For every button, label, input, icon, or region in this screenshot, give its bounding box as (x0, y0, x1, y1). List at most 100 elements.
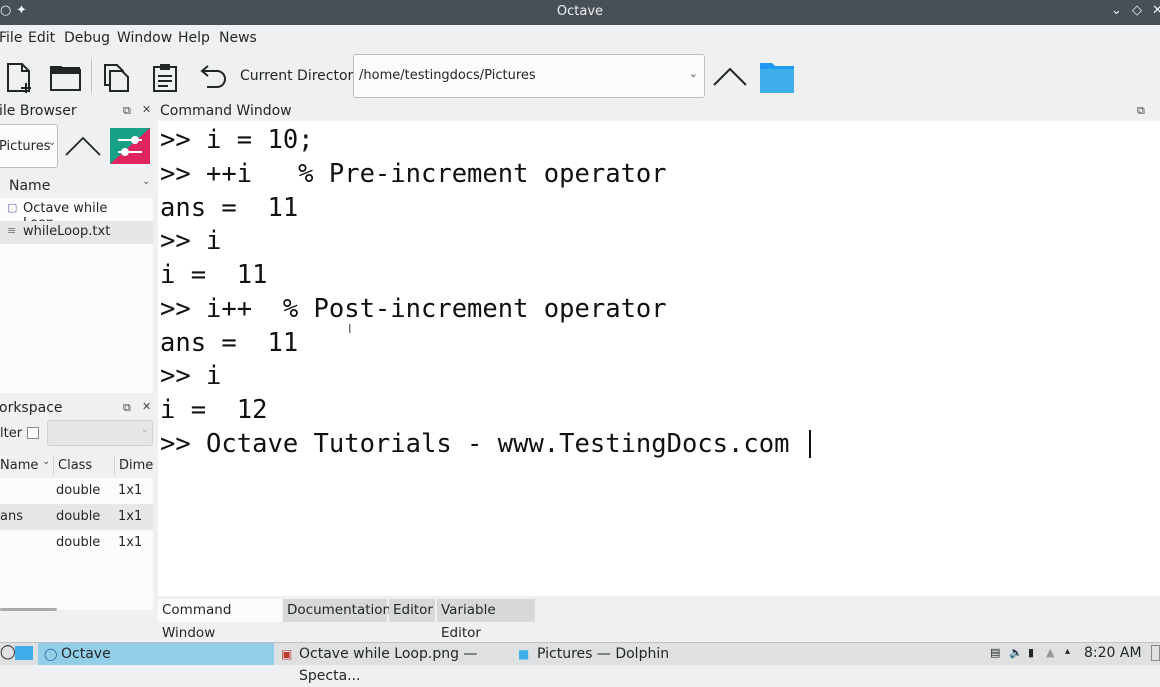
file-list-header[interactable]: Name ⌄ (0, 174, 153, 199)
undo-button[interactable] (193, 57, 231, 95)
paste-icon (153, 64, 177, 92)
command-line: >> i++ % Post-increment operator (160, 294, 667, 324)
close-panel-icon[interactable]: ✕ (142, 103, 151, 116)
toolbar-separator (91, 59, 92, 93)
menu-edit[interactable]: Edit (28, 30, 55, 46)
var-class: double (56, 509, 101, 524)
task-spectacle[interactable]: ▣ Octave while Loop.png — Specta... (278, 643, 510, 684)
workspace-table-header: Name ⌄ Class Dime (0, 453, 153, 479)
launcher-icon[interactable]: ◯ (0, 644, 16, 660)
chevron-down-icon: ⌄ (688, 67, 698, 80)
open-folder-icon (50, 66, 81, 91)
task-label: Octave (61, 646, 111, 662)
class-column-header[interactable]: Class (58, 458, 92, 473)
menu-window[interactable]: Window (117, 30, 172, 46)
tab-documentation[interactable]: Documentation (283, 599, 391, 622)
tray-expand-icon[interactable]: ▴ (1065, 646, 1070, 657)
var-class: double (56, 535, 101, 550)
command-window-header: Command Window ⧉ (157, 101, 1160, 121)
command-line: >> i (160, 361, 222, 391)
menu-news[interactable]: News (219, 30, 257, 46)
task-label: Octave while Loop.png — Specta... (299, 646, 478, 684)
list-item[interactable]: ≡ whileLoop.txt (0, 221, 153, 244)
table-row[interactable]: double 1x1 (0, 530, 153, 556)
current-directory-combobox[interactable]: /home/testingdocs/Pictures ⌄ (353, 54, 705, 98)
horizontal-scrollbar[interactable] (0, 608, 57, 611)
clock[interactable]: 8:20 AM (1084, 645, 1142, 661)
location-value: Pictures (0, 139, 51, 154)
chevron-down-icon: ⌄ (140, 424, 149, 435)
file-browser-settings-button[interactable] (110, 128, 150, 164)
workspace-table: double 1x1 ans double 1x1 double 1x1 (0, 478, 153, 611)
battery-icon[interactable]: ▮ (1028, 646, 1034, 659)
clipboard-tray-icon[interactable]: ▤ (990, 646, 1000, 659)
image-file-icon: ▢ (7, 201, 18, 214)
file-browser-title: ile Browser (0, 103, 77, 119)
command-prompt-line: >> Octave Tutorials - www.TestingDocs.co… (160, 429, 790, 459)
dimension-column-header[interactable]: Dime (119, 458, 153, 473)
network-icon[interactable]: ▲ (1046, 646, 1054, 659)
undock-icon[interactable]: ⧉ (1137, 104, 1145, 118)
text-cursor (809, 430, 811, 458)
folder-icon: ■ (518, 647, 530, 661)
var-dim: 1x1 (118, 509, 143, 524)
paste-button[interactable] (146, 57, 184, 95)
command-output: ans = 11 (160, 328, 299, 358)
toolbar: Current Directory: /home/testingdocs/Pic… (0, 51, 1160, 101)
var-name: ans (0, 509, 23, 524)
undo-icon (200, 65, 226, 88)
var-class: double (56, 483, 101, 498)
spectacle-app-icon: ▣ (281, 647, 293, 661)
window-title: Octave (556, 4, 604, 19)
menu-help[interactable]: Help (178, 30, 210, 46)
undock-icon[interactable]: ⧉ (123, 401, 131, 415)
settings-sliders-icon (110, 128, 150, 164)
tab-editor[interactable]: Editor (389, 599, 435, 622)
parent-directory-button[interactable] (711, 57, 749, 95)
file-list: ▢ Octave while Loop.... ≡ whileLoop.txt (0, 198, 153, 393)
mouse-ibeam-icon: I (348, 322, 352, 336)
new-file-icon (7, 63, 31, 93)
show-desktop-button[interactable] (1151, 645, 1160, 661)
up-directory-button[interactable] (63, 128, 103, 164)
filter-label: lter (0, 426, 23, 441)
task-dolphin[interactable]: ■ Pictures — Dolphin (516, 643, 676, 665)
column-divider (53, 455, 54, 475)
close-window-icon[interactable]: ✕ (1152, 3, 1160, 18)
copy-button[interactable] (97, 57, 135, 95)
list-item[interactable]: ▢ Octave while Loop.... (0, 198, 153, 231)
close-panel-icon[interactable]: ✕ (142, 400, 151, 413)
browse-directory-button[interactable] (758, 57, 796, 95)
name-column-header[interactable]: Name (0, 458, 38, 473)
task-octave[interactable]: ◯ Octave (38, 643, 274, 665)
menu-file[interactable]: File (0, 30, 22, 46)
desktop-pager-icon[interactable] (15, 646, 33, 660)
var-dim: 1x1 (118, 535, 143, 550)
table-row[interactable]: ans double 1x1 (0, 504, 153, 530)
undock-icon[interactable]: ⧉ (123, 104, 131, 118)
current-directory-label: Current Directory: (240, 68, 366, 84)
tab-variable-editor[interactable]: Variable Editor (437, 599, 535, 641)
menu-debug[interactable]: Debug (64, 30, 110, 46)
tab-command-window[interactable]: Command Window (158, 599, 282, 641)
maximize-icon[interactable]: ◇ (1132, 3, 1142, 18)
command-output: ans = 11 (160, 193, 299, 223)
new-script-button[interactable] (2, 57, 40, 95)
column-divider (114, 455, 115, 475)
title-bar: ○ ✦ Octave ⌄ ◇ ✕ (0, 0, 1160, 25)
var-dim: 1x1 (118, 483, 143, 498)
volume-muted-icon[interactable]: 🔈 (1009, 646, 1023, 659)
task-label: Pictures — Dolphin (537, 646, 670, 662)
table-row[interactable]: double 1x1 (0, 478, 153, 504)
command-line: >> i = 10; (160, 125, 314, 155)
location-combobox[interactable]: Pictures ⌄ (0, 124, 58, 168)
open-file-button[interactable] (47, 57, 85, 95)
octave-app-icon: ◯ (44, 647, 58, 661)
sort-chevron-icon: ⌄ (142, 176, 151, 187)
file-name: whileLoop.txt (23, 224, 111, 239)
minimize-icon[interactable]: ⌄ (1111, 3, 1122, 18)
menu-bar: File Edit Debug Window Help News (0, 25, 1160, 51)
filter-combobox[interactable]: ⌄ (47, 420, 153, 446)
filter-checkbox[interactable] (27, 427, 39, 439)
command-window[interactable]: >> i = 10; >> ++i % Pre-increment operat… (158, 121, 1160, 596)
